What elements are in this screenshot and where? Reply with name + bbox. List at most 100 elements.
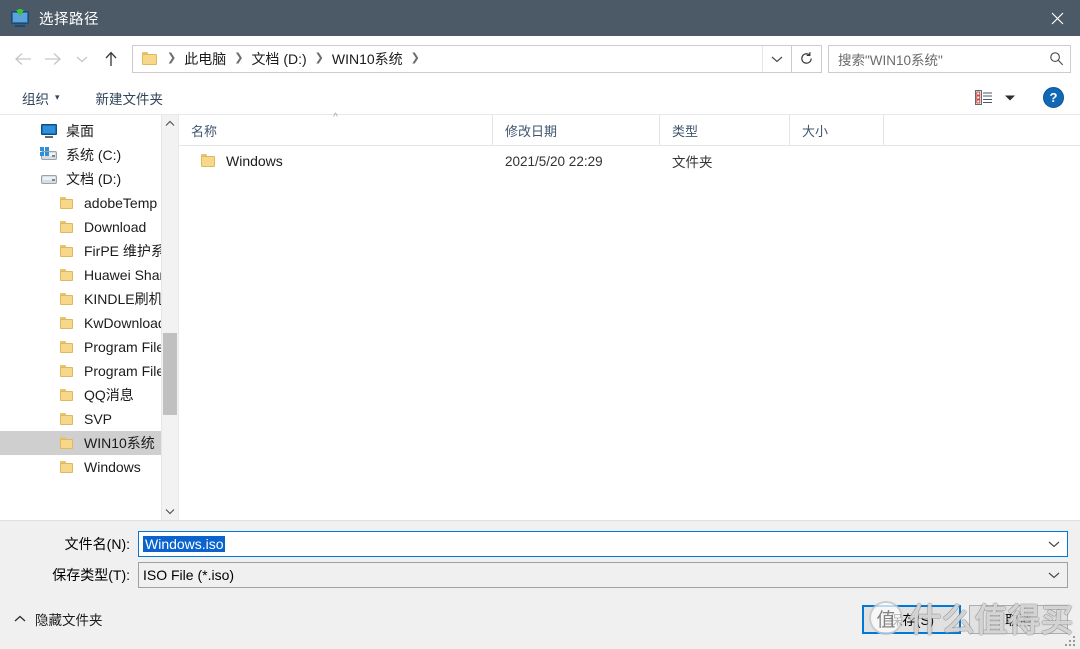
breadcrumb-separator: ❯ [234,52,244,64]
breadcrumb-item-0[interactable]: 此电脑 [182,49,228,69]
column-header-row: 名称 ^ 修改日期 类型 大小 [179,112,1080,146]
new-folder-button[interactable]: 新建文件夹 [90,86,170,110]
search-input[interactable]: 搜索"WIN10系统" [829,49,1042,69]
filename-value: Windows.iso [143,536,225,552]
refresh-button[interactable] [792,44,822,73]
folder-icon [58,315,76,331]
folder-icon [58,339,76,355]
sidebar-item-label: Windows [84,459,141,475]
sidebar-item-0[interactable]: 桌面 [0,119,178,143]
sort-ascending-icon: ^ [333,112,338,123]
column-header-label: 修改日期 [505,123,558,139]
breadcrumb-item-2[interactable]: WIN10系统 [330,49,405,69]
save-label: 保存(S) [889,613,934,628]
scroll-down-button[interactable] [162,503,178,520]
hide-folders-button[interactable]: 隐藏文件夹 [14,609,103,629]
folder-icon [58,459,76,475]
arrow-right-icon [45,52,61,65]
resize-grip[interactable] [1065,634,1077,646]
chevron-down-icon [1048,541,1060,548]
sidebar-item-label: adobeTemp [84,195,158,211]
folder-icon [58,363,76,379]
recent-locations-button[interactable] [68,44,96,74]
sidebar-item-3[interactable]: adobeTemp [0,191,178,215]
sidebar-item-11[interactable]: QQ消息 [0,383,178,407]
filetype-dropdown-button[interactable] [1041,571,1067,579]
file-modified-cell: 2021/5/20 22:29 [505,153,603,169]
title-bar: 选择路径 [0,0,1080,36]
sidebar-item-9[interactable]: Program Files [0,335,178,359]
sidebar-item-8[interactable]: KwDownload [0,311,178,335]
chevron-down-icon [165,509,175,515]
sidebar-item-label: 系统 (C:) [66,147,122,163]
file-name-cell[interactable]: Windows [179,153,493,169]
column-header-label: 名称 [191,123,218,139]
cancel-button[interactable]: 取消 [969,604,1068,634]
sidebar-item-2[interactable]: 文档 (D:) [0,167,178,191]
view-mode-icon[interactable] [973,89,995,107]
column-header-1[interactable]: 修改日期 [493,115,660,145]
sidebar-item-label: 文档 (D:) [66,171,122,187]
folder-icon [58,435,76,451]
breadcrumb-separator: ❯ [410,52,420,64]
navigation-bar: ❯ 此电脑 ❯ 文档 (D:) ❯ WIN10系统 ❯ 搜索"WIN10系统" [0,36,1080,81]
folder-icon [58,195,76,211]
sidebar-item-4[interactable]: Download [0,215,178,239]
sidebar-item-12[interactable]: SVP [0,407,178,431]
chevron-down-icon [1005,95,1015,100]
sidebar-item-label: Program Files [84,339,172,355]
sidebar-item-14[interactable]: Windows [0,455,178,479]
help-button[interactable]: ? [1043,87,1064,108]
search-box[interactable]: 搜索"WIN10系统" [828,44,1071,73]
folder-icon [58,243,76,259]
sidebar-item-6[interactable]: Huawei Share [0,263,178,287]
filetype-combobox[interactable]: ISO File (*.iso) [138,562,1068,588]
sidebar-item-5[interactable]: FirPE 维护系统 [0,239,178,263]
sidebar-item-7[interactable]: KINDLE刷机参考 [0,287,178,311]
column-header-2[interactable]: 类型 [660,115,790,145]
column-header-label: 类型 [672,123,699,139]
breadcrumb-item-1[interactable]: 文档 (D:) [249,49,308,69]
dialog-buttons: 保存(S) 取消 [862,604,1068,634]
sidebar-item-label: QQ消息 [84,387,134,403]
sidebar-item-13[interactable]: WIN10系统 [0,431,178,455]
folder-icon [58,267,76,283]
sidebar-item-1[interactable]: 系统 (C:) [0,143,178,167]
save-download-icon [11,9,29,27]
column-header-0[interactable]: 名称 ^ [179,112,493,145]
organize-button[interactable]: 组织 ▾ [16,86,66,110]
save-button[interactable]: 保存(S) [862,604,961,634]
table-row[interactable]: Windows 2021/5/20 22:29 文件夹 [179,146,1080,176]
view-mode-dropdown[interactable] [999,89,1021,107]
chevron-down-icon [771,56,783,62]
address-bar[interactable]: ❯ 此电脑 ❯ 文档 (D:) ❯ WIN10系统 ❯ [132,44,792,73]
window-title: 选择路径 [39,11,99,28]
search-icon[interactable] [1042,51,1070,66]
sidebar-item-label: 桌面 [66,123,94,139]
folder-icon [201,154,217,168]
column-header-3[interactable]: 大小 [790,115,884,145]
forward-button[interactable] [38,44,68,74]
up-button[interactable] [96,44,126,74]
dialog-footer: 隐藏文件夹 保存(S) 取消 [0,593,1080,649]
folder-icon [58,291,76,307]
back-button[interactable] [8,44,38,74]
breadcrumb-separator: ❯ [167,52,177,64]
file-name: Windows [226,153,283,169]
filename-combobox[interactable]: Windows.iso [138,531,1068,557]
filename-input[interactable]: Windows.iso [139,536,1041,552]
sidebar-scrollbar[interactable] [161,115,178,520]
filename-dropdown-button[interactable] [1041,540,1067,548]
breadcrumb-separator: ❯ [314,52,324,64]
address-dropdown-button[interactable] [762,45,791,72]
command-bar: 组织 ▾ 新建文件夹 ? [0,81,1080,115]
drive-windows-icon [40,147,58,163]
close-icon [1051,12,1063,24]
sidebar-item-10[interactable]: Program Files (x86) [0,359,178,383]
cancel-label: 取消 [1005,613,1032,628]
scroll-up-button[interactable] [162,115,178,132]
close-button[interactable] [1034,0,1080,36]
scrollbar-thumb[interactable] [163,333,177,415]
sidebar-item-label: KwDownload [84,315,166,331]
file-form: 文件名(N): Windows.iso 保存类型(T): ISO File (*… [0,520,1080,593]
